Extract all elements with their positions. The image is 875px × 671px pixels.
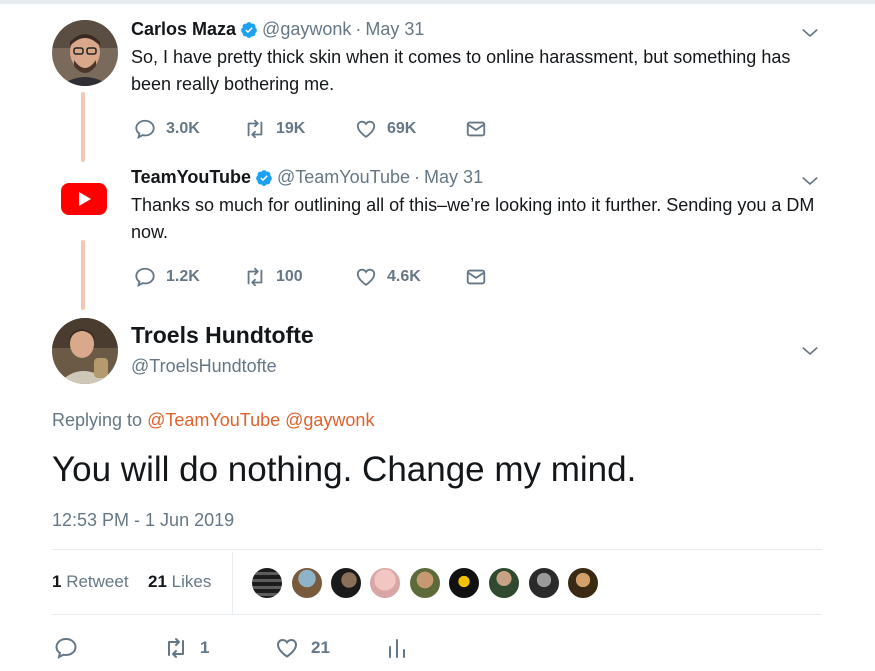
message-button[interactable] bbox=[465, 266, 497, 288]
retweet-icon bbox=[168, 638, 184, 658]
retweet-icon bbox=[247, 267, 263, 287]
avatar-troels-image bbox=[52, 318, 118, 384]
divider bbox=[52, 549, 822, 550]
chevron-down-icon[interactable] bbox=[801, 24, 819, 42]
reply-count: 1.2K bbox=[166, 268, 200, 285]
message-button[interactable] bbox=[465, 118, 497, 140]
like-count: 69K bbox=[387, 120, 417, 137]
like-stat-label: Likes bbox=[171, 572, 212, 591]
thread-line bbox=[81, 92, 85, 162]
verified-badge-icon bbox=[241, 21, 257, 38]
main-tweet-timestamp[interactable]: 12:53 PM - 1 Jun 2019 bbox=[52, 510, 234, 531]
divider bbox=[52, 614, 822, 615]
envelope-icon bbox=[466, 121, 486, 137]
main-author-name[interactable]: Troels Hundtofte bbox=[131, 322, 314, 349]
liker-avatar[interactable] bbox=[290, 566, 324, 600]
analytics-icon bbox=[389, 639, 405, 658]
like-button[interactable]: 69K bbox=[355, 118, 416, 140]
retweet-button[interactable]: 19K bbox=[244, 118, 305, 140]
main-like-count: 21 bbox=[311, 638, 330, 657]
separator-dot: · bbox=[414, 167, 421, 187]
mention-teamyoutube[interactable]: @TeamYouTube bbox=[147, 410, 280, 430]
envelope-icon bbox=[466, 269, 486, 285]
thread-line bbox=[81, 240, 85, 310]
chevron-down-icon[interactable] bbox=[801, 342, 819, 360]
like-count: 4.6K bbox=[387, 268, 421, 285]
liker-avatar[interactable] bbox=[527, 566, 561, 600]
top-border bbox=[0, 0, 875, 4]
author-name[interactable]: TeamYouTube bbox=[131, 167, 251, 188]
replying-prefix: Replying to bbox=[52, 410, 143, 430]
separator-dot: · bbox=[355, 19, 362, 39]
retweet-count: 19K bbox=[276, 120, 306, 137]
reply-count: 3.0K bbox=[166, 120, 200, 137]
liker-avatar[interactable] bbox=[329, 566, 363, 600]
liker-avatar[interactable] bbox=[368, 566, 402, 600]
tweet-date[interactable]: May 31 bbox=[424, 167, 483, 188]
like-button[interactable]: 4.6K bbox=[355, 266, 421, 288]
retweet-icon bbox=[247, 119, 263, 139]
main-tweet-text: You will do nothing. Change my mind. bbox=[52, 450, 637, 489]
youtube-logo-icon bbox=[79, 192, 91, 206]
avatar-teamyoutube[interactable] bbox=[61, 183, 107, 215]
reply-icon bbox=[55, 637, 77, 659]
tweet-date[interactable]: May 31 bbox=[365, 19, 424, 40]
author-handle[interactable]: @TeamYouTube bbox=[277, 167, 410, 188]
liker-avatar[interactable] bbox=[408, 566, 442, 600]
verified-badge-icon bbox=[256, 169, 272, 186]
author-name[interactable]: Carlos Maza bbox=[131, 19, 236, 40]
reply-button[interactable]: 3.0K bbox=[134, 118, 200, 140]
tweet-header-teamyoutube: TeamYouTube @TeamYouTube · May 31 bbox=[131, 167, 483, 188]
retweet-count: 100 bbox=[276, 268, 303, 285]
reply-icon bbox=[135, 267, 155, 287]
avatar-carlos-maza-image bbox=[52, 20, 118, 86]
stats-divider bbox=[232, 552, 233, 614]
tweet-text: Thanks so much for outlining all of this… bbox=[131, 195, 815, 242]
retweet-stat-label: Retweet bbox=[66, 572, 129, 591]
tweet-text: So, I have pretty thick skin when it com… bbox=[131, 47, 791, 94]
avatar-carlos-maza[interactable] bbox=[52, 20, 118, 86]
main-like-button[interactable]: 21 bbox=[275, 636, 330, 660]
author-handle[interactable]: @gaywonk bbox=[262, 19, 351, 40]
replying-to: Replying to @TeamYouTube @gaywonk bbox=[52, 410, 374, 431]
heart-icon bbox=[356, 268, 376, 286]
like-stat-count: 21 bbox=[148, 572, 167, 591]
main-author-handle[interactable]: @TroelsHundtofte bbox=[131, 356, 277, 377]
avatar-troels-hundtofte[interactable] bbox=[52, 318, 118, 384]
liker-avatar[interactable] bbox=[447, 566, 481, 600]
heart-icon bbox=[276, 638, 298, 658]
chevron-down-icon[interactable] bbox=[801, 172, 819, 190]
tweet-header-carlos: Carlos Maza @gaywonk · May 31 bbox=[131, 19, 424, 40]
main-retweet-button[interactable]: 1 bbox=[164, 636, 209, 660]
like-stat[interactable]: 21 Likes bbox=[148, 572, 211, 592]
liker-avatar[interactable] bbox=[566, 566, 600, 600]
reply-button[interactable]: 1.2K bbox=[134, 266, 200, 288]
reply-icon bbox=[135, 119, 155, 139]
main-reply-button[interactable] bbox=[54, 636, 90, 660]
heart-icon bbox=[356, 120, 376, 138]
retweet-button[interactable]: 100 bbox=[244, 266, 303, 288]
main-retweet-count: 1 bbox=[200, 638, 210, 657]
analytics-button[interactable] bbox=[385, 636, 421, 660]
liker-avatar[interactable] bbox=[487, 566, 521, 600]
retweet-stat-count: 1 bbox=[52, 572, 62, 591]
retweet-stat[interactable]: 1 Retweet bbox=[52, 572, 129, 592]
mention-gaywonk[interactable]: @gaywonk bbox=[285, 410, 374, 430]
liker-avatar[interactable] bbox=[250, 566, 284, 600]
